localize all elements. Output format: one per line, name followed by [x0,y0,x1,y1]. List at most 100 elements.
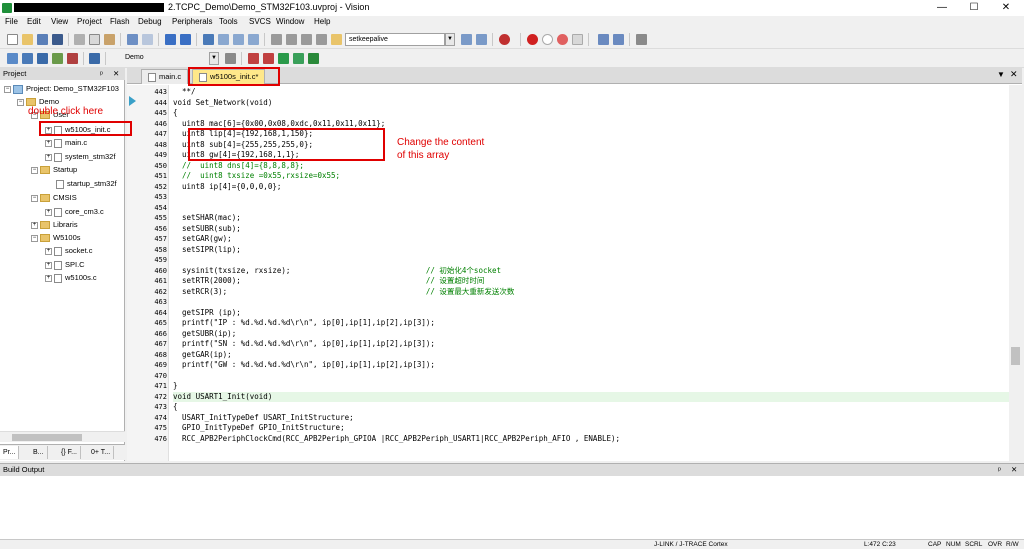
translate-icon[interactable] [7,53,18,64]
disable-breakpoint-icon[interactable] [542,34,553,45]
expand-icon[interactable]: + [45,247,52,255]
menu-project[interactable]: Project [77,17,102,26]
collapse-icon[interactable]: − [4,85,11,93]
paste-icon[interactable] [104,34,115,45]
nav-forward-icon[interactable] [180,34,191,45]
redo-icon[interactable] [142,34,153,45]
menu-flash[interactable]: Flash [110,17,130,26]
expand-icon[interactable]: + [31,221,38,229]
save-icon[interactable] [37,34,48,45]
tree-file-w5100s[interactable]: + w5100s.c [45,272,97,283]
next-bookmark-icon[interactable] [233,34,244,45]
bookmark-icon[interactable] [203,34,214,45]
tree-file-main[interactable]: + main.c [45,137,87,148]
tree-group-cmsis[interactable]: − CMSIS [31,192,77,203]
expand-icon[interactable]: + [45,153,52,161]
collapse-icon[interactable]: − [31,166,38,174]
find-combo[interactable]: setkeepalive [345,33,445,46]
find-in-files-icon[interactable] [331,34,342,45]
tree-group-startup[interactable]: − Startup [31,164,77,175]
close-icon[interactable]: ✕ [113,68,119,80]
maximize-button[interactable]: ☐ [958,0,990,16]
menu-peripherals[interactable]: Peripherals [172,17,212,26]
copy-icon[interactable] [89,34,100,45]
comment-icon[interactable] [301,34,312,45]
prev-bookmark-icon[interactable] [218,34,229,45]
undo-icon[interactable] [127,34,138,45]
expand-icon[interactable]: + [45,139,52,147]
rte-icon[interactable] [308,53,319,64]
pin-icon[interactable]: ᵖ [100,68,103,80]
incremental-find-icon[interactable] [476,34,487,45]
close-icon[interactable]: ✕ [1011,464,1017,476]
kill-breakpoints-icon[interactable] [557,34,568,45]
disable-all-icon[interactable] [572,34,583,45]
tab-list-icon[interactable]: ▼ [997,70,1005,79]
cut-icon[interactable] [74,34,85,45]
menu-edit[interactable]: Edit [27,17,41,26]
menu-tools[interactable]: Tools [219,17,238,26]
rebuild-icon[interactable] [37,53,48,64]
tab-functions[interactable]: {} F... [58,446,81,459]
tree-file-core-cm3[interactable]: + core_cm3.c [45,206,104,217]
tree-file-spi[interactable]: + SPI.C [45,259,85,270]
tree-file-system-stm32[interactable]: + system_stm32f [45,151,115,162]
new-file-icon[interactable] [7,34,18,45]
build-icon[interactable] [22,53,33,64]
select-packs-icon[interactable] [278,53,289,64]
scrollbar-thumb[interactable] [1011,347,1020,365]
menu-file[interactable]: File [5,17,18,26]
nav-back-icon[interactable] [165,34,176,45]
configure-icon[interactable] [636,34,647,45]
minimize-button[interactable]: — [926,0,958,16]
close-button[interactable]: ✕ [990,0,1022,16]
expand-icon[interactable]: + [45,208,52,216]
menu-window[interactable]: Window [276,17,304,26]
clear-bookmarks-icon[interactable] [248,34,259,45]
chevron-down-icon[interactable]: ▼ [209,52,219,65]
tree-file-socket[interactable]: + socket.c [45,245,93,256]
save-all-icon[interactable] [52,34,63,45]
find-icon[interactable] [461,34,472,45]
download-icon[interactable] [89,53,100,64]
chevron-down-icon[interactable]: ▼ [445,33,455,46]
view-combo-icon[interactable] [613,34,624,45]
tree-group-w5100s[interactable]: − W5100s [31,232,81,243]
expand-icon[interactable]: + [45,274,52,282]
target-combo[interactable]: Demo [122,52,207,65]
file-extensions-icon[interactable] [248,53,259,64]
scrollbar-thumb[interactable] [12,434,82,441]
collapse-icon[interactable]: − [31,234,38,242]
tree-file-startup[interactable]: startup_stm32f [56,178,117,189]
collapse-icon[interactable]: − [17,98,24,106]
build-output-text[interactable] [0,476,1024,539]
target-options-icon[interactable] [225,53,236,64]
tab-project[interactable]: Pr... [0,446,20,459]
menu-debug[interactable]: Debug [138,17,162,26]
tab-books[interactable]: B... [30,446,48,459]
expand-icon[interactable]: + [45,261,52,269]
menu-svcs[interactable]: SVCS [249,17,271,26]
batch-build-icon[interactable] [52,53,63,64]
manage-rte-icon[interactable] [263,53,274,64]
uncomment-icon[interactable] [316,34,327,45]
collapse-icon[interactable]: − [31,194,38,202]
open-folder-icon[interactable] [22,34,33,45]
vertical-scrollbar[interactable] [1009,85,1022,461]
indent-icon[interactable] [271,34,282,45]
tab-templates[interactable]: 0+ T... [88,446,115,459]
breakpoint-icon[interactable] [527,34,538,45]
pack-installer-icon[interactable] [293,53,304,64]
horizontal-scrollbar[interactable] [0,431,125,442]
unindent-icon[interactable] [286,34,297,45]
tree-group-libraris[interactable]: + Libraris [31,219,78,230]
menu-help[interactable]: Help [314,17,330,26]
tree-project-root[interactable]: − Project: Demo_STM32F103 [4,83,119,94]
debug-session-icon[interactable] [499,34,510,45]
window-layout-icon[interactable] [598,34,609,45]
menu-view[interactable]: View [51,17,68,26]
stop-build-icon[interactable] [67,53,78,64]
pin-icon[interactable]: ᵖ [998,464,1001,476]
close-editor-icon[interactable]: ✕ [1010,69,1018,80]
tab-main-c[interactable]: main.c [141,69,189,84]
